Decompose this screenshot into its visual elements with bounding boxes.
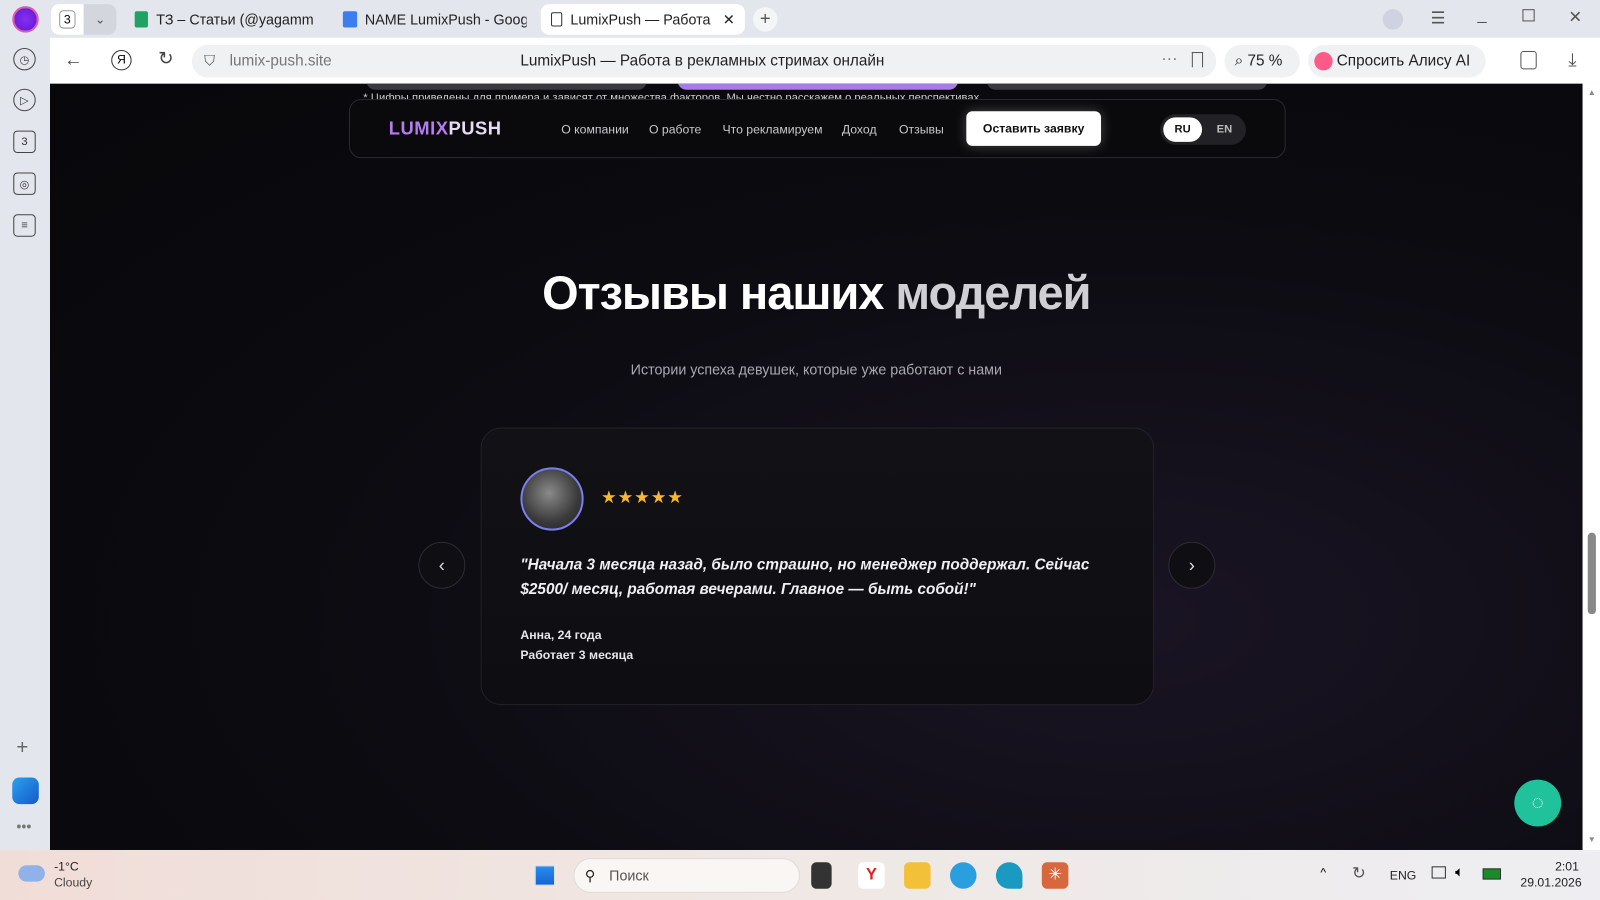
restore-icon[interactable] [1522,9,1535,22]
chat-button[interactable]: ◌ [1514,779,1562,827]
alice-icon [1314,52,1333,71]
reviewer-name: Анна, 24 года [520,627,602,642]
section-title: Отзывы наших моделей [542,266,1091,320]
task-view-icon[interactable] [811,862,832,889]
claude-icon[interactable]: ✳ [1041,862,1069,889]
lang-en[interactable]: EN [1207,117,1242,141]
nav-advertise[interactable]: Что рекламируем [722,122,822,136]
reload-button[interactable]: ↻ [158,48,173,69]
close-tab-icon[interactable]: ✕ [723,11,735,28]
telegram-icon[interactable] [949,862,977,889]
account-icon[interactable] [1382,9,1404,30]
tab-docs[interactable]: NAME LumixPush - Googl [333,4,537,35]
back-button[interactable]: ← [64,49,82,70]
address-bar[interactable]: ⛉ lumix-push.site LumixPush — Работа в р… [191,44,1217,78]
nav-about-work[interactable]: О работе [649,122,701,136]
bookmark-icon[interactable] [1191,52,1204,68]
sheets-icon [134,11,149,28]
nav-reviews[interactable]: Отзывы [899,122,944,136]
yandex-browser-icon[interactable]: Y [858,862,885,889]
review-quote: "Начала 3 месяца назад, было страшно, но… [520,556,1090,598]
more-dots-icon[interactable]: ··· [1161,50,1177,68]
file-explorer-icon[interactable] [904,862,931,889]
rating-stars: ★★★★★ [601,487,684,508]
section-subtitle: Истории успеха девушек, которые уже рабо… [630,361,1002,378]
more-icon[interactable]: ••• [16,818,31,834]
close-window-icon[interactable]: ✕ [1568,7,1582,27]
collections-icon[interactable]: ≡ [13,214,36,237]
sync-icon[interactable]: ↻ [1352,863,1366,883]
new-tab-button[interactable]: + [753,7,778,32]
language-switch: RU EN [1160,114,1246,145]
app-wave-icon[interactable] [995,862,1023,889]
tab-sheets[interactable]: ТЗ – Статьи (@yagammii) [124,4,324,35]
history-icon[interactable]: ◷ [13,47,36,71]
nav-income[interactable]: Доход [842,122,877,136]
reviewer-avatar [520,467,584,531]
next-review-button[interactable]: › [1168,541,1216,589]
reviewer-tenure: Работает 3 месяца [520,647,634,663]
webpage: * Цифры приведены для примера и зависят … [49,83,1583,850]
messenger-app-icon[interactable] [12,777,39,805]
review-card: ★★★★★ "Начала 3 месяца назад, было страш… [480,427,1155,706]
tray-chevron-icon[interactable]: ^ [1320,865,1326,879]
minimize-icon[interactable]: _ [1478,6,1487,24]
browser-profile-icon[interactable] [12,6,39,33]
page-icon [551,12,563,27]
prev-review-button[interactable]: ‹ [418,541,466,589]
yandex-home-button[interactable]: Я [111,49,132,71]
tabs-dropdown-button[interactable]: ⌄ [83,4,117,35]
screenshot-icon[interactable]: ◎ [13,172,36,195]
scrollbar-thumb[interactable] [1587,532,1596,615]
extensions-icon[interactable] [1520,51,1537,70]
video-icon[interactable]: ▷ [13,88,36,112]
volume-icon[interactable]: 🔈︎ [1455,863,1464,880]
ask-alice-button[interactable]: Спросить Алису AI [1308,44,1486,78]
start-button[interactable] [532,863,558,888]
battery-icon[interactable] [1482,868,1502,880]
search-icon: ⚲ [584,867,596,884]
shield-icon: ⛉ [204,52,215,69]
site-logo[interactable]: LUMIXPUSH [389,118,502,139]
weather-cloud-icon[interactable] [18,865,45,882]
network-icon[interactable] [1431,866,1446,879]
page-scrollbar[interactable]: ▲ ▼ [1582,83,1600,850]
tab-count-button[interactable]: 3 [51,4,84,35]
menu-icon[interactable]: ☰ [1431,8,1446,28]
site-header: LUMIXPUSH О компании О работе Что реклам… [348,98,1286,159]
tab-lumixpush[interactable]: LumixPush — Работа в ✕ [540,4,745,35]
add-panel-icon[interactable]: + [16,737,28,760]
zoom-indicator[interactable]: ⌕ 75 % [1224,44,1300,78]
apply-button[interactable]: Оставить заявку [966,111,1102,146]
downloads-icon[interactable]: ⤓ [1568,49,1576,70]
tabs-counter-icon[interactable]: 3 [13,130,36,154]
lang-ru[interactable]: RU [1163,117,1203,142]
taskbar-search[interactable]: ⚲ Поиск [573,858,800,893]
nav-about-company[interactable]: О компании [561,122,629,136]
docs-icon [342,11,357,28]
